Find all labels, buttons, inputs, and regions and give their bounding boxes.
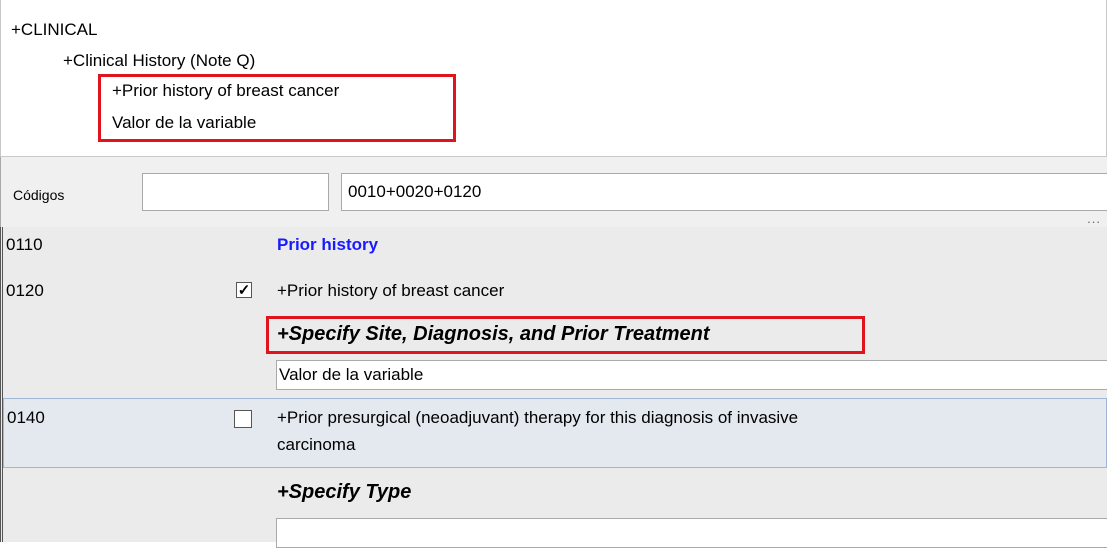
codes-filter-input[interactable] <box>142 173 329 211</box>
list-item-selected[interactable]: 0140 +Prior presurgical (neoadjuvant) th… <box>3 398 1107 468</box>
variable-value-field[interactable]: Valor de la variable <box>276 360 1107 390</box>
item-checkbox[interactable] <box>234 410 252 428</box>
highlight-box-specify <box>266 316 865 354</box>
item-code: 0110 <box>6 235 43 254</box>
item-label-line2: carcinoma <box>277 435 356 454</box>
more-options-icon[interactable]: ... <box>1087 211 1101 226</box>
tree-node-clinical[interactable]: +CLINICAL <box>11 20 97 40</box>
tree-header: +CLINICAL +Clinical History (Note Q) +Pr… <box>0 0 1107 157</box>
item-label-line1: +Prior presurgical (neoadjuvant) therapy… <box>277 408 799 427</box>
specify-type-field[interactable] <box>276 518 1107 548</box>
item-code: 0120 <box>6 281 44 300</box>
list-item: 0110 Prior history <box>3 227 1107 261</box>
checkmark-icon: ✓ <box>237 282 251 299</box>
specify-type-label: +Specify Type <box>277 481 412 503</box>
item-label: +Prior history of breast cancer <box>277 281 505 300</box>
list-item: 0120 ✓ +Prior history of breast cancer <box>3 269 1107 305</box>
codes-label: Códigos <box>13 187 65 203</box>
codes-bar: Códigos ... <box>0 157 1107 227</box>
codes-path-input[interactable] <box>341 173 1107 211</box>
items-panel: 0110 Prior history 0120 ✓ +Prior history… <box>0 227 1107 548</box>
highlight-box-tree <box>98 74 456 142</box>
tree-node-clinical-history[interactable]: +Clinical History (Note Q) <box>63 51 255 71</box>
item-checkbox[interactable]: ✓ <box>236 282 252 298</box>
section-header: Prior history <box>277 235 379 254</box>
item-code: 0140 <box>7 408 45 427</box>
